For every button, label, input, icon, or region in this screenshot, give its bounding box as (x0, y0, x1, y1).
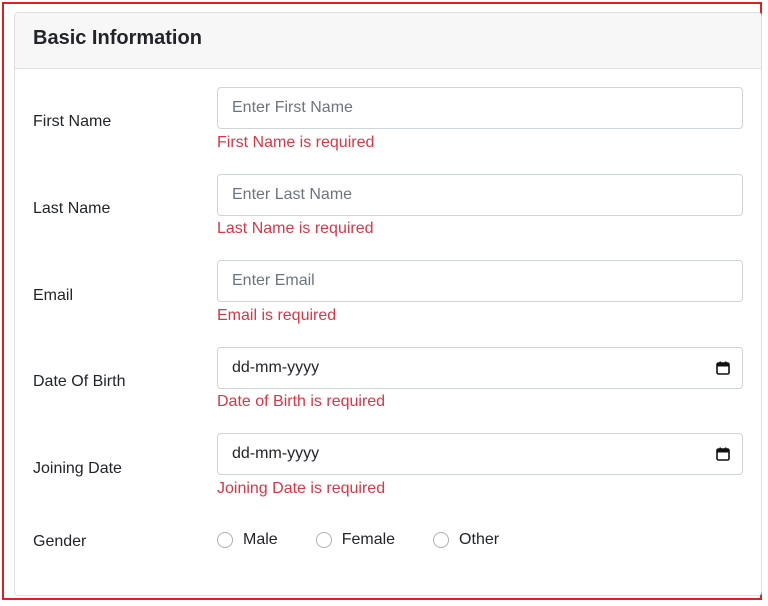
card-title: Basic Information (33, 27, 202, 49)
gender-option-other[interactable]: Other (433, 531, 499, 549)
basic-info-card: Basic Information First Name First Name … (14, 12, 762, 596)
calendar-icon[interactable] (716, 361, 730, 375)
female-label[interactable]: Female (342, 531, 395, 549)
joining-date-error: Joining Date is required (217, 480, 386, 497)
other-label[interactable]: Other (459, 531, 499, 549)
joining-date-value: dd-mm-yyyy (232, 445, 320, 462)
calendar-icon[interactable] (716, 447, 730, 461)
last-name-input[interactable] (217, 174, 743, 216)
last-name-label: Last Name (33, 200, 111, 217)
card-header: Basic Information (15, 13, 761, 69)
last-name-error: Last Name is required (217, 220, 374, 237)
other-radio[interactable] (433, 532, 450, 548)
dob-error: Date of Birth is required (217, 393, 386, 410)
gender-option-male[interactable]: Male (217, 531, 278, 549)
male-radio[interactable] (217, 532, 233, 548)
joining-date-input[interactable]: dd-mm-yyyy (217, 433, 743, 475)
male-label[interactable]: Male (243, 531, 278, 549)
female-radio[interactable] (315, 532, 332, 548)
dob-label: Date Of Birth (33, 373, 126, 390)
dob-value: dd-mm-yyyy (232, 359, 320, 376)
dob-input[interactable]: dd-mm-yyyy (217, 347, 743, 389)
gender-label: Gender (33, 533, 87, 550)
first-name-input[interactable] (217, 87, 743, 129)
highlight-frame: Basic Information First Name First Name … (2, 2, 762, 600)
joining-date-label: Joining Date (33, 460, 122, 477)
email-error: Email is required (217, 307, 337, 324)
email-input[interactable] (217, 260, 743, 302)
gender-option-female[interactable]: Female (315, 531, 395, 549)
first-name-error: First Name is required (217, 134, 375, 151)
email-label: Email (33, 287, 74, 304)
first-name-label: First Name (33, 113, 112, 130)
gender-radio-group: Male Female Other (217, 531, 537, 549)
